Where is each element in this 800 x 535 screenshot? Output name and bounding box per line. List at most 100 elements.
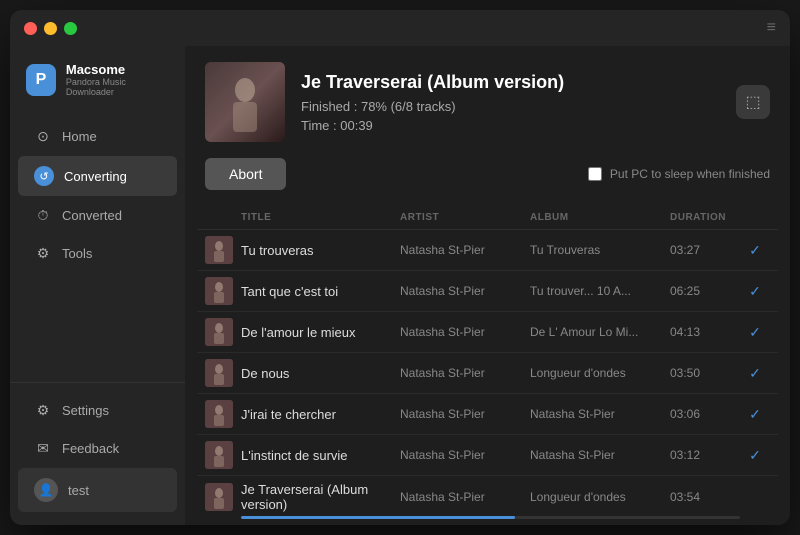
track-artist-cell: Natasha St-Pier bbox=[400, 366, 530, 380]
user-avatar: 👤 bbox=[34, 478, 58, 502]
track-title-cell: Tant que c'est toi bbox=[241, 284, 400, 299]
sidebar-item-home-label: Home bbox=[62, 129, 97, 144]
feedback-icon: ✉ bbox=[34, 440, 52, 457]
user-profile[interactable]: 👤 test bbox=[18, 468, 177, 512]
table-row: J'irai te chercher Natasha St-Pier Natas… bbox=[197, 394, 778, 435]
sidebar-bottom: ⚙ Settings ✉ Feedback 👤 test bbox=[10, 382, 185, 525]
track-thumb bbox=[205, 359, 233, 387]
table-row: Tant que c'est toi Natasha St-Pier Tu tr… bbox=[197, 271, 778, 312]
track-duration-cell: 04:13 bbox=[670, 325, 740, 339]
col-status bbox=[740, 212, 770, 223]
actions-row: Abort Put PC to sleep when finished bbox=[185, 158, 790, 206]
track-artist-cell: Natasha St-Pier bbox=[400, 490, 530, 504]
track-duration-cell: 03:06 bbox=[670, 407, 740, 421]
sleep-option: Put PC to sleep when finished bbox=[588, 167, 770, 181]
converting-icon: ↺ bbox=[34, 166, 54, 186]
track-title-cell: L'instinct de survie bbox=[241, 448, 400, 463]
track-title-cell: De l'amour le mieux bbox=[241, 325, 400, 340]
user-name: test bbox=[68, 483, 89, 498]
track-album-cell: Tu Trouveras bbox=[530, 243, 670, 257]
col-artist: ARTIST bbox=[400, 212, 530, 223]
logo-text: Macsome Pandora Music Downloader bbox=[66, 62, 169, 97]
table-row-in-progress: Je Traverserai (Album version) Natasha S… bbox=[197, 476, 778, 525]
sidebar-item-converting[interactable]: ↺ Converting bbox=[18, 156, 177, 196]
home-icon: ⊙ bbox=[34, 128, 52, 145]
menu-icon[interactable]: ≡ bbox=[767, 19, 776, 37]
track-artist-cell: Natasha St-Pier bbox=[400, 325, 530, 339]
track-duration-cell: 03:27 bbox=[670, 243, 740, 257]
track-duration-cell: 03:50 bbox=[670, 366, 740, 380]
track-status-icon: ✓ bbox=[740, 324, 770, 341]
sidebar-item-home[interactable]: ⊙ Home bbox=[18, 118, 177, 155]
track-duration-cell: 06:25 bbox=[670, 284, 740, 298]
table-row: Tu trouveras Natasha St-Pier Tu Trouvera… bbox=[197, 230, 778, 271]
converted-icon: ⏱ bbox=[34, 207, 52, 224]
track-status-icon: ✓ bbox=[740, 283, 770, 300]
sidebar-item-feedback[interactable]: ✉ Feedback bbox=[18, 430, 177, 467]
main-content: P Macsome Pandora Music Downloader ⊙ Hom… bbox=[10, 46, 790, 525]
track-album-cell: Tu trouver... 10 A... bbox=[530, 284, 670, 298]
row-content: Je Traverserai (Album version) Natasha S… bbox=[205, 482, 770, 512]
track-thumb bbox=[205, 236, 233, 264]
track-duration-cell: 03:12 bbox=[670, 448, 740, 462]
sidebar-item-feedback-label: Feedback bbox=[62, 441, 119, 456]
progress-bar-fill bbox=[241, 516, 515, 519]
col-thumb bbox=[205, 212, 241, 223]
sidebar: P Macsome Pandora Music Downloader ⊙ Hom… bbox=[10, 46, 185, 525]
logo-title: Macsome bbox=[66, 62, 169, 77]
abort-button[interactable]: Abort bbox=[205, 158, 286, 190]
track-thumb bbox=[205, 318, 233, 346]
settings-icon: ⚙ bbox=[34, 402, 52, 419]
track-thumb bbox=[205, 441, 233, 469]
track-duration-cell: 03:54 bbox=[670, 490, 740, 504]
track-album-cell: Longueur d'ondes bbox=[530, 490, 670, 504]
sidebar-item-settings[interactable]: ⚙ Settings bbox=[18, 392, 177, 429]
track-title-cell: Tu trouveras bbox=[241, 243, 400, 258]
sidebar-item-converted[interactable]: ⏱ Converted bbox=[18, 197, 177, 234]
album-art-svg bbox=[205, 62, 285, 142]
sidebar-item-tools[interactable]: ⚙ Tools bbox=[18, 235, 177, 272]
sidebar-item-converting-label: Converting bbox=[64, 169, 127, 184]
track-title-cell: De nous bbox=[241, 366, 400, 381]
track-progress: Finished : 78% (6/8 tracks) bbox=[301, 99, 720, 114]
track-artist-cell: Natasha St-Pier bbox=[400, 243, 530, 257]
export-button[interactable]: ⬚ bbox=[736, 85, 770, 119]
track-artist-cell: Natasha St-Pier bbox=[400, 284, 530, 298]
table-row: De l'amour le mieux Natasha St-Pier De L… bbox=[197, 312, 778, 353]
track-thumb bbox=[205, 277, 233, 305]
col-title: TITLE bbox=[241, 212, 400, 223]
album-art bbox=[205, 62, 285, 142]
tools-icon: ⚙ bbox=[34, 245, 52, 262]
sleep-checkbox[interactable] bbox=[588, 167, 602, 181]
track-thumb bbox=[205, 400, 233, 428]
sleep-label: Put PC to sleep when finished bbox=[610, 167, 770, 181]
logo-subtitle: Pandora Music Downloader bbox=[66, 77, 169, 97]
content-area: Je Traverserai (Album version) Finished … bbox=[185, 46, 790, 525]
track-artist-cell: Natasha St-Pier bbox=[400, 448, 530, 462]
track-status-icon: ✓ bbox=[740, 365, 770, 382]
close-button[interactable] bbox=[24, 22, 37, 35]
track-album-cell: De L' Amour Lo Mi... bbox=[530, 325, 670, 339]
track-table: TITLE ARTIST ALBUM DURATION Tu trouveras… bbox=[185, 206, 790, 525]
titlebar: ≡ bbox=[10, 10, 790, 46]
logo-icon: P bbox=[26, 64, 56, 96]
minimize-button[interactable] bbox=[44, 22, 57, 35]
sidebar-item-settings-label: Settings bbox=[62, 403, 109, 418]
track-status-icon: ✓ bbox=[740, 406, 770, 423]
album-art-figure bbox=[205, 62, 285, 142]
sidebar-logo: P Macsome Pandora Music Downloader bbox=[10, 46, 185, 109]
content-header: Je Traverserai (Album version) Finished … bbox=[185, 46, 790, 158]
table-row: De nous Natasha St-Pier Longueur d'ondes… bbox=[197, 353, 778, 394]
col-album: ALBUM bbox=[530, 212, 670, 223]
app-window: ≡ P Macsome Pandora Music Downloader ⊙ H… bbox=[10, 10, 790, 525]
maximize-button[interactable] bbox=[64, 22, 77, 35]
track-time: Time : 00:39 bbox=[301, 118, 720, 133]
track-title-cell: Je Traverserai (Album version) bbox=[241, 482, 400, 512]
track-status-icon: ✓ bbox=[740, 242, 770, 259]
track-title: Je Traverserai (Album version) bbox=[301, 72, 720, 93]
sidebar-item-tools-label: Tools bbox=[62, 246, 92, 261]
track-title-cell: J'irai te chercher bbox=[241, 407, 400, 422]
track-album-cell: Longueur d'ondes bbox=[530, 366, 670, 380]
track-status-icon: ✓ bbox=[740, 447, 770, 464]
track-thumb bbox=[205, 483, 233, 511]
